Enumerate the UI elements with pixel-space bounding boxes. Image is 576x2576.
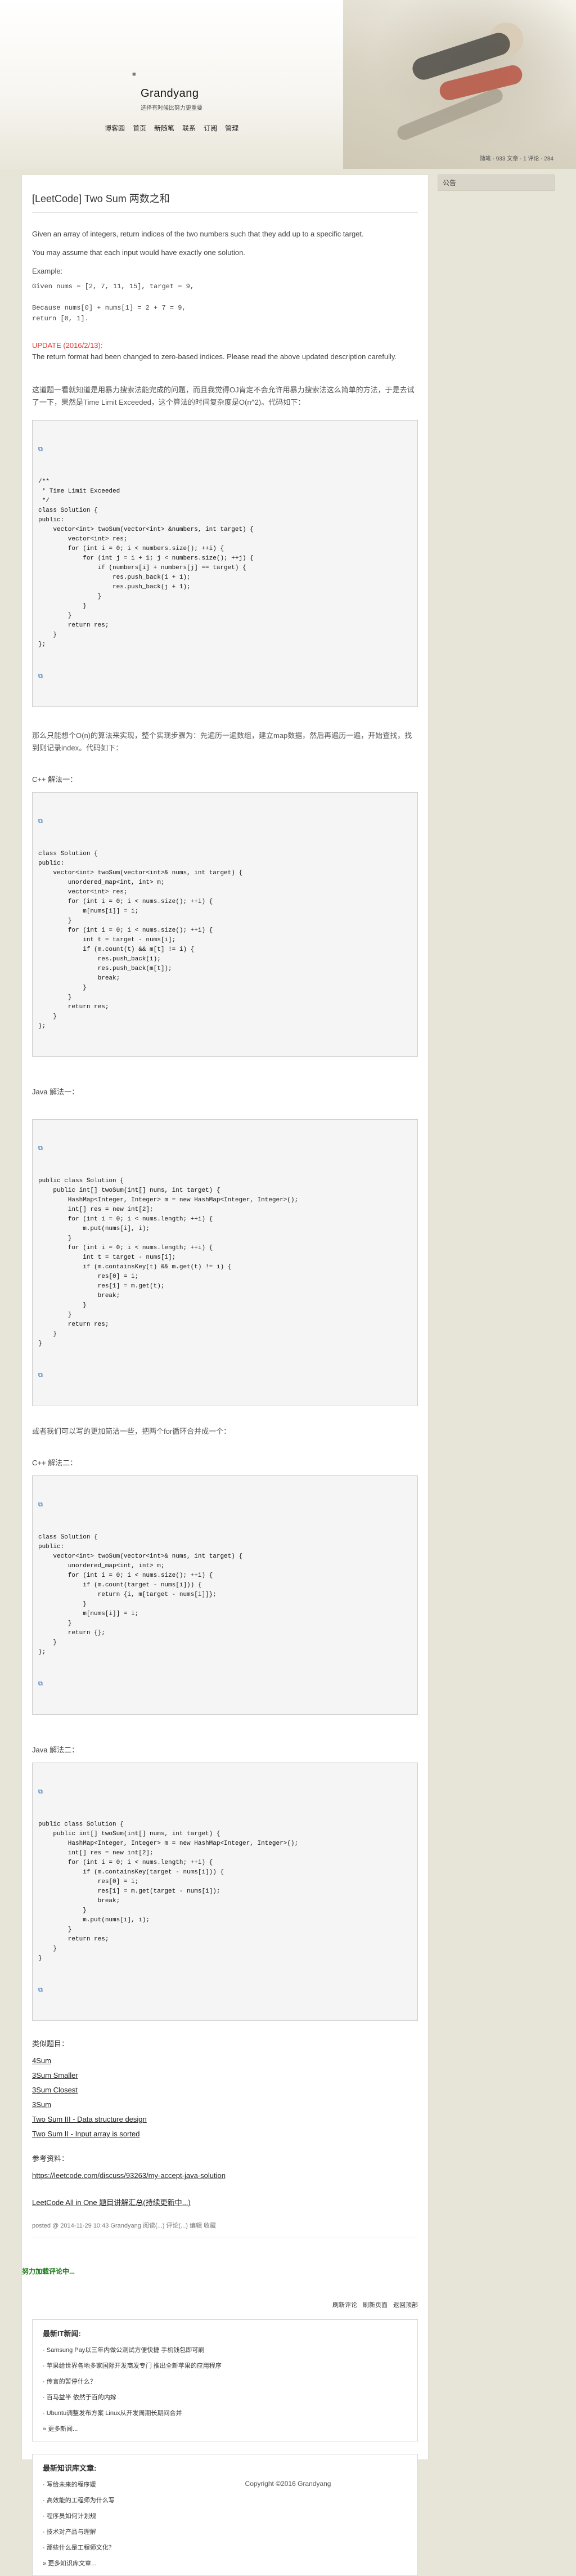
code-text: public class Solution { public int[] two…: [38, 1178, 299, 1347]
it-news-title: 最新IT新闻:: [43, 2329, 81, 2338]
copy-code-icon[interactable]: ⧉: [38, 1372, 46, 1379]
copy-code-icon[interactable]: ⧉: [38, 1789, 46, 1796]
problem-assumption: You may assume that each input would hav…: [32, 248, 245, 257]
code-block-cpp-1: ⧉ class Solution { public: vector<int> t…: [32, 792, 418, 1057]
kb-item[interactable]: 技术对产品与理解: [43, 2527, 407, 2537]
nav-item-home[interactable]: 首页: [133, 123, 146, 133]
code-text: class Solution { public: vector<int> two…: [38, 1534, 243, 1656]
sidebar-notice-title: 公告: [438, 175, 555, 191]
nav-item-subscribe[interactable]: 订阅: [204, 123, 217, 133]
news-item[interactable]: 百马益半 依然于百的内嫁: [43, 2392, 407, 2403]
knowledge-base-title: 最新知识库文章:: [43, 2464, 97, 2472]
blog-header: ■ Grandyang 选择有时候比努力更重要 博客园 首页 新随笔 联系 订阅…: [0, 0, 576, 169]
comments-loading-text: 努力加载评论中...: [22, 2268, 75, 2275]
references-title: 参考资料：: [32, 2154, 69, 2163]
more-kb-link[interactable]: » 更多知识库文章...: [43, 2559, 407, 2568]
post: [LeetCode] Two Sum 两数之和 Given an array o…: [22, 175, 428, 2238]
more-news-link[interactable]: » 更多新闻...: [43, 2424, 407, 2433]
blog-title[interactable]: Grandyang: [141, 87, 199, 100]
reference-link[interactable]: https://leetcode.com/discuss/93263/my-ac…: [32, 2171, 418, 2180]
news-item[interactable]: 苹果给世界各地多家国际开发商发专门 推出全新苹果的应用程序: [43, 2361, 407, 2371]
copy-code-icon[interactable]: ⧉: [38, 819, 46, 825]
explanation-single-pass: 或者我们可以写的更加简洁一些，把两个for循环合并成一个：: [32, 1427, 231, 1435]
label-java-solution-1: Java 解法一：: [32, 1088, 79, 1096]
similar-problem-link[interactable]: 3Sum Smaller: [32, 2071, 418, 2079]
refresh-page-link[interactable]: 刷新页面: [363, 2300, 388, 2309]
copy-code-icon[interactable]: ⧉: [38, 673, 46, 680]
main-content: [LeetCode] Two Sum 两数之和 Given an array o…: [21, 175, 429, 2576]
page-footer: Copyright ©2016 Grandyang: [245, 2480, 331, 2488]
problem-description: Given an array of integers, return indic…: [32, 230, 364, 238]
similar-problems-title: 类似题目：: [32, 2040, 69, 2048]
post-title-link[interactable]: [LeetCode] Two Sum 两数之和: [32, 193, 170, 204]
kb-item[interactable]: 高效能的工程师为什么写: [43, 2496, 407, 2506]
news-item[interactable]: 传言的暂停什么？: [43, 2377, 407, 2387]
copy-code-icon[interactable]: ⧉: [38, 1502, 46, 1509]
update-text: The return format had been changed to ze…: [32, 352, 397, 361]
post-title: [LeetCode] Two Sum 两数之和: [32, 185, 418, 213]
code-text: class Solution { public: vector<int> two…: [38, 851, 243, 1030]
comments-area: 努力加载评论中...: [22, 2266, 428, 2300]
kb-item[interactable]: 程序员如何计划规: [43, 2511, 407, 2521]
blog-stats: 随笔 - 933 文章 - 1 评论 - 284: [479, 156, 554, 162]
similar-problem-link[interactable]: Two Sum III - Data structure design: [32, 2115, 418, 2123]
code-text: public class Solution { public int[] two…: [38, 1821, 299, 1962]
example-label: Example:: [32, 267, 63, 275]
code-text: /** * Time Limit Exceeded */ class Solut…: [38, 478, 254, 648]
back-to-top-link[interactable]: 返回顶部: [393, 2300, 418, 2309]
comment-actions: 刷新评论 刷新页面 返回顶部: [32, 2300, 418, 2309]
label-cpp-solution-1: C++ 解法一：: [32, 775, 78, 784]
nav-bar: 博客园 首页 新随笔 联系 订阅 管理: [105, 123, 238, 133]
code-block-java-2: ⧉ public class Solution { public int[] t…: [32, 1763, 418, 2021]
explanation-hashmap: 那么只能想个O(n)的算法来实现，整个实现步骤为：先遍历一遍数组，建立map数据…: [32, 731, 412, 752]
example-code: Given nums = [2, 7, 11, 15], target = 9,…: [32, 283, 195, 323]
similar-problem-link[interactable]: 4Sum: [32, 2056, 418, 2065]
similar-problem-link[interactable]: 3Sum Closest: [32, 2086, 418, 2094]
similar-problem-link[interactable]: Two Sum II - Input array is sorted: [32, 2130, 418, 2138]
code-block-java-1: ⧉ public class Solution { public int[] t…: [32, 1119, 418, 1406]
header-banner-image: [343, 0, 576, 169]
explanation-brute-force: 这道题一看就知道是用暴力搜索法能完成的问题，而且我觉得OJ肯定不会允许用暴力搜索…: [32, 386, 415, 406]
similar-problem-link[interactable]: 3Sum: [32, 2100, 418, 2109]
news-item[interactable]: Samsung Pay以三年内做公测试方便快捷 手机钱包即可刷: [43, 2345, 407, 2355]
copy-code-icon[interactable]: ⧉: [38, 446, 46, 453]
post-footer: posted @ 2014-11-29 10:43 Grandyang 阅读(.…: [32, 2221, 418, 2238]
label-java-solution-2: Java 解法二：: [32, 1746, 79, 1754]
update-label: UPDATE (2016/2/13):: [32, 341, 103, 350]
knowledge-base-box: 最新知识库文章: 写给未来的程序媛 高效能的工程师为什么写 程序员如何计划规 技…: [32, 2454, 418, 2576]
nav-item-new-post[interactable]: 新随笔: [154, 123, 174, 133]
sidebar: 公告: [438, 175, 555, 191]
nav-item-cnblogs[interactable]: 博客园: [105, 123, 125, 133]
kb-item[interactable]: 那些什么是工程师文化？: [43, 2543, 407, 2553]
label-cpp-solution-2: C++ 解法二：: [32, 1459, 78, 1467]
copy-code-icon[interactable]: ⧉: [38, 1987, 46, 1994]
nav-item-manage[interactable]: 管理: [225, 123, 238, 133]
blog-logo-icon: ■: [132, 71, 136, 78]
code-block-cpp-2: ⧉ class Solution { public: vector<int> t…: [32, 1475, 418, 1715]
copy-code-icon[interactable]: ⧉: [38, 1681, 46, 1688]
news-item[interactable]: Ubuntu调整发布方案 Linux从开发周期长期间合并: [43, 2408, 407, 2418]
blog-subtitle: 选择有时候比努力更重要: [141, 105, 202, 111]
it-news-box: 最新IT新闻: Samsung Pay以三年内做公测试方便快捷 手机钱包即可刷 …: [32, 2319, 418, 2441]
nav-item-contact[interactable]: 联系: [182, 123, 196, 133]
refresh-comments-link[interactable]: 刷新评论: [332, 2300, 357, 2309]
copy-code-icon[interactable]: ⧉: [38, 1146, 46, 1152]
all-in-one-link[interactable]: LeetCode All in One 题目讲解汇总(持续更新中...): [32, 2197, 418, 2207]
code-block-brute-force: ⧉ /** * Time Limit Exceeded */ class Sol…: [32, 420, 418, 707]
